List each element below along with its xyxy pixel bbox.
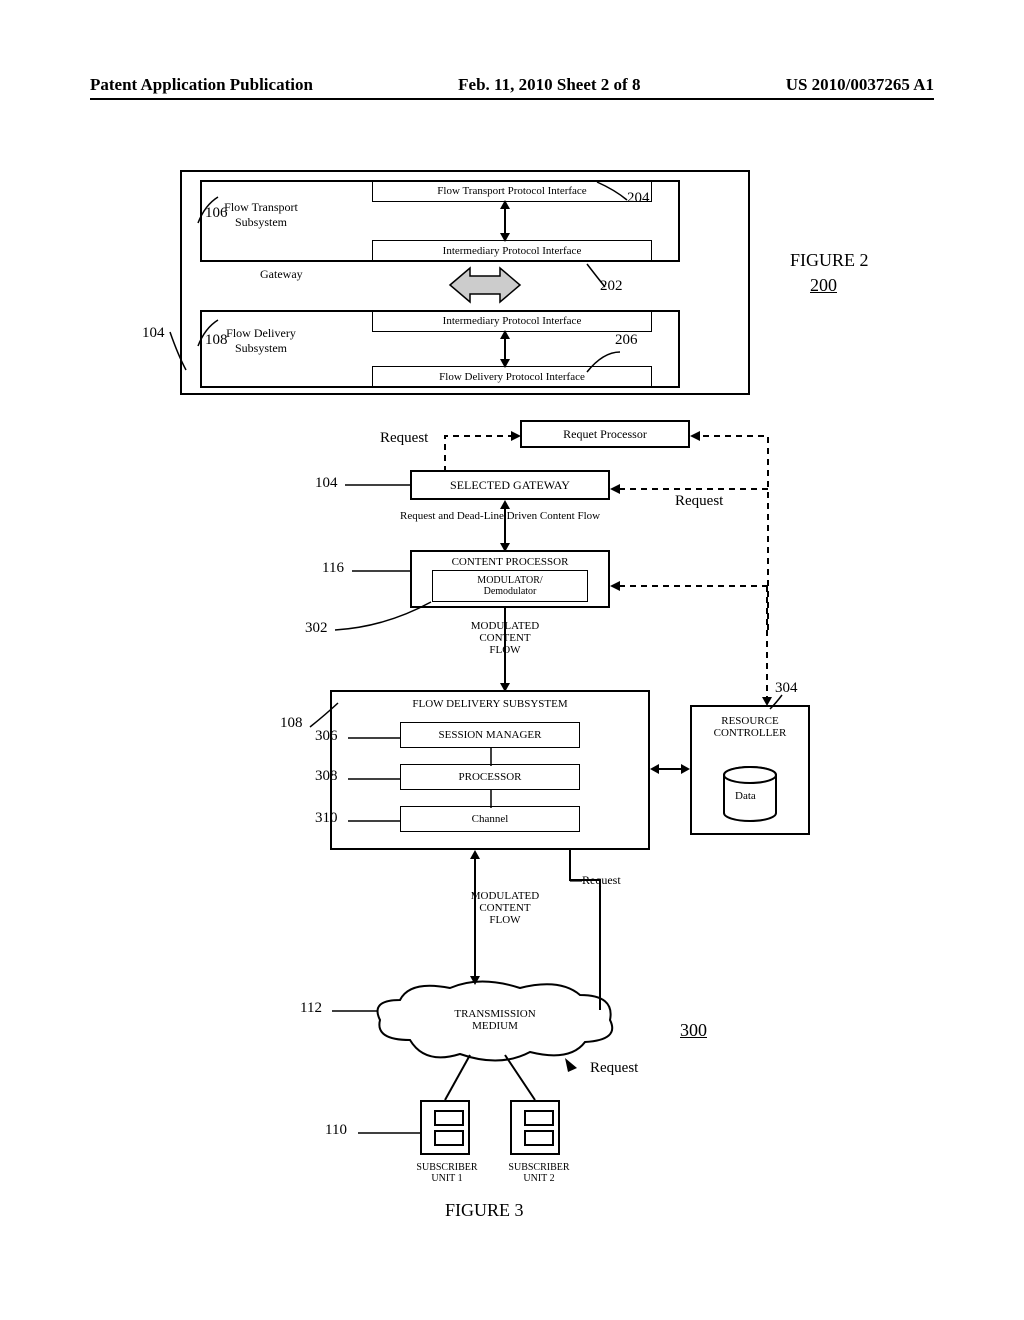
request-label-1: Request [380,430,428,447]
leader-202 [585,262,610,287]
leader-108 [190,318,220,338]
leader-108-fig3 [310,705,340,730]
request-processor-text: Requet Processor [563,427,647,442]
content-processor-text: CONTENT PROCESSOR [452,556,569,568]
header-divider [90,98,934,100]
header-right: US 2010/0037265 A1 [786,75,934,95]
flow-transport-subsystem-label: Flow Transport Subsystem [216,200,306,230]
session-manager-text: SESSION MANAGER [439,729,542,741]
leader-116 [352,568,410,574]
session-manager-box: SESSION MANAGER [400,722,580,748]
conn-proc-chan [485,790,497,808]
leader-104-fig3 [345,482,410,488]
transmission-medium-text: TRANSMISSION MEDIUM [430,1008,560,1032]
arrow-content-fds [498,608,512,692]
cloud-to-subs [435,1055,555,1105]
channel-box: Channel [400,806,580,832]
ref-308: 308 [315,768,338,785]
modulator-text: MODULATOR/ Demodulator [477,575,542,597]
ref-310: 310 [315,810,338,827]
ref-206: 206 [615,332,638,349]
leader-302 [335,602,435,632]
flow-delivery-subsystem-label: Flow Delivery Subsystem [216,326,306,356]
ref-104: 104 [142,325,165,342]
leader-110 [358,1130,420,1136]
ref-104-fig3: 104 [315,475,338,492]
leader-104 [168,330,188,360]
selected-gateway-box: SELECTED GATEWAY [410,470,610,500]
ref-306: 306 [315,728,338,745]
request-cloud-to-fds [560,850,620,1015]
header-left: Patent Application Publication [90,75,313,95]
processor-box: PROCESSOR [400,764,580,790]
modulated-content-flow-2: MODULATED CONTENT FLOW [440,890,570,926]
ref-116: 116 [322,560,344,577]
dashed-to-gateway [610,483,770,495]
subscriber-1-label: SUBSCRIBER UNIT 1 [408,1162,486,1184]
intermediary-protocol-interface-lower: Intermediary Protocol Interface [372,310,652,332]
ref-110: 110 [325,1122,347,1139]
leader-106 [190,195,220,215]
page-header: Patent Application Publication Feb. 11, … [0,75,1024,95]
request-label-4: Request [590,1060,638,1077]
flow-delivery-subsystem-box: Flow Delivery Subsystem Intermediary Pro… [200,310,680,388]
ref-302: 302 [305,620,328,637]
figure-3-ref: 300 [680,1020,707,1041]
figure-2-label: FIGURE 2 [790,250,869,271]
ref-112: 112 [300,1000,322,1017]
header-center: Feb. 11, 2010 Sheet 2 of 8 [458,75,640,95]
vertical-double-arrow-lower [498,330,512,368]
double-arrow-fds-rc [650,762,690,776]
leader-310 [348,818,400,824]
diagram-area: Flow Transport Subsystem Flow Transport … [90,150,890,1270]
subscriber-unit-1-icon [420,1100,470,1155]
flow-delivery-subsystem-text: FLOW DELIVERY SUBSYSTEM [412,698,567,710]
subscriber-unit-2-icon [510,1100,560,1155]
dashed-to-content-proc [610,580,770,592]
modulator-box: MODULATOR/ Demodulator [432,570,588,602]
arrow-gateway-content [498,500,512,552]
leader-204 [595,180,635,205]
gateway-label: Gateway [260,267,303,282]
leader-308 [348,776,400,782]
request-pointer-4 [565,1058,595,1078]
channel-text: Channel [472,813,509,825]
selected-gateway-text: SELECTED GATEWAY [450,478,570,493]
leader-306 [348,735,400,741]
conn-sm-proc [485,748,497,766]
arrow-fds-cloud [468,850,482,985]
ref-108-fig3: 108 [280,715,303,732]
figure-2-ref: 200 [810,275,837,296]
leader-112 [332,1008,377,1014]
dashed-request-to-processor-left [445,430,525,474]
figure-3-label: FIGURE 3 [445,1200,524,1221]
data-label: Data [735,790,756,802]
bidirectional-arrow-icon [440,258,530,313]
vertical-double-arrow-upper [498,200,512,242]
resource-controller-text: RESOURCE CONTROLLER [714,715,787,739]
leader-206 [585,350,625,375]
dashed-vertical-to-rc [760,586,774,708]
subscriber-2-label: SUBSCRIBER UNIT 2 [500,1162,578,1184]
processor-text: PROCESSOR [459,771,522,783]
request-processor-box: Requet Processor [520,420,690,448]
